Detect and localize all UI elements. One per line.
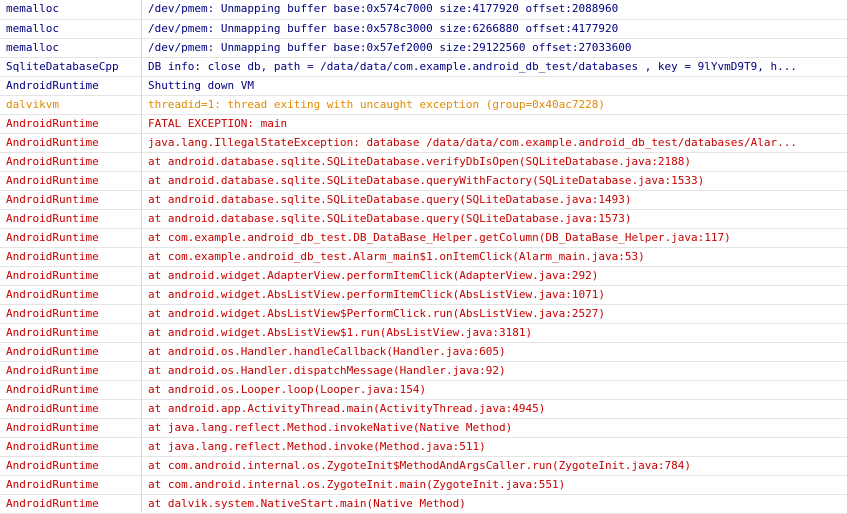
log-tag: AndroidRuntime [0, 475, 142, 494]
log-tag: AndroidRuntime [0, 304, 142, 323]
log-row[interactable]: AndroidRuntimeat android.widget.AbsListV… [0, 304, 847, 323]
log-message: /dev/pmem: Unmapping buffer base:0x574c7… [142, 0, 847, 19]
logcat-rows: memalloc/dev/pmem: Unmapping buffer base… [0, 0, 847, 513]
log-message: DB info: close db, path = /data/data/com… [142, 57, 847, 76]
log-message: at com.android.internal.os.ZygoteInit$Me… [142, 456, 847, 475]
log-tag: AndroidRuntime [0, 114, 142, 133]
log-row[interactable]: AndroidRuntimeat android.database.sqlite… [0, 171, 847, 190]
log-message: at android.widget.AbsListView.performIte… [142, 285, 847, 304]
log-tag: AndroidRuntime [0, 437, 142, 456]
log-message: at android.widget.AbsListView$1.run(AbsL… [142, 323, 847, 342]
log-row[interactable]: AndroidRuntimeat android.database.sqlite… [0, 190, 847, 209]
log-message: Shutting down VM [142, 76, 847, 95]
log-row[interactable]: AndroidRuntimeat com.example.android_db_… [0, 247, 847, 266]
log-row[interactable]: AndroidRuntimeat java.lang.reflect.Metho… [0, 437, 847, 456]
log-tag: AndroidRuntime [0, 228, 142, 247]
log-row[interactable]: AndroidRuntimeat android.app.ActivityThr… [0, 399, 847, 418]
log-message: at com.example.android_db_test.DB_DataBa… [142, 228, 847, 247]
log-tag: AndroidRuntime [0, 152, 142, 171]
log-tag: dalvikvm [0, 95, 142, 114]
log-message: /dev/pmem: Unmapping buffer base:0x578c3… [142, 19, 847, 38]
log-tag: AndroidRuntime [0, 266, 142, 285]
log-tag: AndroidRuntime [0, 247, 142, 266]
log-message: java.lang.IllegalStateException: databas… [142, 133, 847, 152]
log-tag: AndroidRuntime [0, 323, 142, 342]
log-row[interactable]: AndroidRuntimeat android.os.Handler.disp… [0, 361, 847, 380]
log-row[interactable]: memalloc/dev/pmem: Unmapping buffer base… [0, 0, 847, 19]
log-tag: AndroidRuntime [0, 342, 142, 361]
log-message: at android.widget.AbsListView$PerformCli… [142, 304, 847, 323]
log-row[interactable]: AndroidRuntimeat dalvik.system.NativeSta… [0, 494, 847, 513]
log-row[interactable]: AndroidRuntimejava.lang.IllegalStateExce… [0, 133, 847, 152]
log-message: at java.lang.reflect.Method.invokeNative… [142, 418, 847, 437]
log-row[interactable]: AndroidRuntimeat android.widget.AdapterV… [0, 266, 847, 285]
log-message: at java.lang.reflect.Method.invoke(Metho… [142, 437, 847, 456]
log-row[interactable]: AndroidRuntimeat com.example.android_db_… [0, 228, 847, 247]
log-tag: AndroidRuntime [0, 456, 142, 475]
log-row[interactable]: AndroidRuntimeat android.widget.AbsListV… [0, 285, 847, 304]
log-message: FATAL EXCEPTION: main [142, 114, 847, 133]
log-message: at android.app.ActivityThread.main(Activ… [142, 399, 847, 418]
log-row[interactable]: AndroidRuntimeat java.lang.reflect.Metho… [0, 418, 847, 437]
log-message: /dev/pmem: Unmapping buffer base:0x57ef2… [142, 38, 847, 57]
log-tag: SqliteDatabaseCpp [0, 57, 142, 76]
log-row[interactable]: AndroidRuntimeat android.widget.AbsListV… [0, 323, 847, 342]
log-message: at com.android.internal.os.ZygoteInit.ma… [142, 475, 847, 494]
log-row[interactable]: AndroidRuntimeShutting down VM [0, 76, 847, 95]
log-message: threadid=1: thread exiting with uncaught… [142, 95, 847, 114]
log-tag: AndroidRuntime [0, 285, 142, 304]
log-row[interactable]: AndroidRuntimeat android.database.sqlite… [0, 209, 847, 228]
log-tag: AndroidRuntime [0, 399, 142, 418]
log-message: at android.os.Looper.loop(Looper.java:15… [142, 380, 847, 399]
log-message: at android.database.sqlite.SQLiteDatabas… [142, 190, 847, 209]
log-tag: AndroidRuntime [0, 380, 142, 399]
log-tag: AndroidRuntime [0, 418, 142, 437]
log-row[interactable]: AndroidRuntimeat com.android.internal.os… [0, 475, 847, 494]
log-tag: AndroidRuntime [0, 171, 142, 190]
log-message: at android.os.Handler.dispatchMessage(Ha… [142, 361, 847, 380]
log-tag: AndroidRuntime [0, 361, 142, 380]
log-tag: AndroidRuntime [0, 190, 142, 209]
log-message: at android.os.Handler.handleCallback(Han… [142, 342, 847, 361]
log-message: at android.database.sqlite.SQLiteDatabas… [142, 171, 847, 190]
log-tag: memalloc [0, 0, 142, 19]
log-row[interactable]: SqliteDatabaseCppDB info: close db, path… [0, 57, 847, 76]
log-tag: memalloc [0, 19, 142, 38]
log-row[interactable]: AndroidRuntimeat android.os.Handler.hand… [0, 342, 847, 361]
log-tag: AndroidRuntime [0, 209, 142, 228]
log-row[interactable]: memalloc/dev/pmem: Unmapping buffer base… [0, 19, 847, 38]
log-row[interactable]: AndroidRuntimeat android.database.sqlite… [0, 152, 847, 171]
log-row[interactable]: dalvikvmthreadid=1: thread exiting with … [0, 95, 847, 114]
log-message: at android.widget.AdapterView.performIte… [142, 266, 847, 285]
log-row[interactable]: AndroidRuntimeat android.os.Looper.loop(… [0, 380, 847, 399]
log-row[interactable]: memalloc/dev/pmem: Unmapping buffer base… [0, 38, 847, 57]
log-message: at android.database.sqlite.SQLiteDatabas… [142, 209, 847, 228]
log-message: at android.database.sqlite.SQLiteDatabas… [142, 152, 847, 171]
log-message: at dalvik.system.NativeStart.main(Native… [142, 494, 847, 513]
logcat-table: memalloc/dev/pmem: Unmapping buffer base… [0, 0, 847, 514]
log-row[interactable]: AndroidRuntimeat com.android.internal.os… [0, 456, 847, 475]
log-tag: AndroidRuntime [0, 133, 142, 152]
log-tag: memalloc [0, 38, 142, 57]
log-row[interactable]: AndroidRuntimeFATAL EXCEPTION: main [0, 114, 847, 133]
log-message: at com.example.android_db_test.Alarm_mai… [142, 247, 847, 266]
log-tag: AndroidRuntime [0, 76, 142, 95]
log-tag: AndroidRuntime [0, 494, 142, 513]
